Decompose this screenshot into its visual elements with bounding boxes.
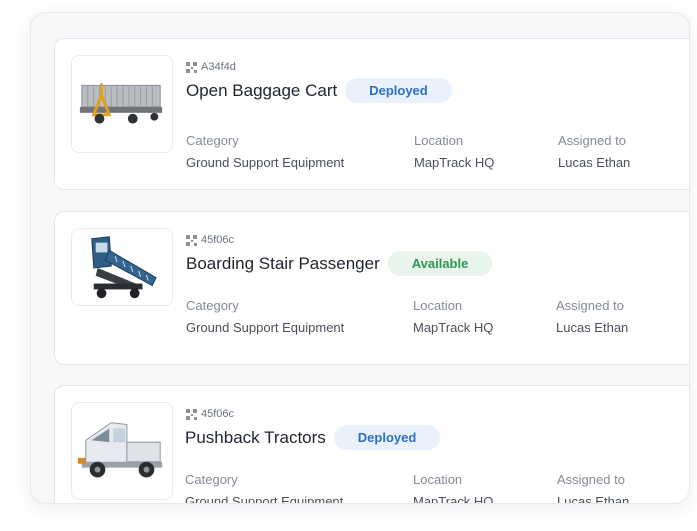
category-value: Ground Support Equipment [186,155,345,170]
category-value: Ground Support Equipment [186,320,345,335]
asset-id: A34f4d [201,61,236,73]
asset-id-row: A34f4d [186,61,236,73]
qr-code-icon [186,408,197,420]
status-badge: Deployed [333,425,441,450]
assigned-label: Assigned to [557,472,625,487]
assigned-value: Lucas Ethan [556,320,629,335]
asset-card[interactable]: 45f06c Boarding Stair Passenger Availabl… [54,211,689,365]
location-value: MapTrack HQ [413,320,494,335]
asset-card[interactable]: 45f06c Pushback Tractors Deployed Catego… [54,385,689,504]
assigned-label: Assigned to [558,133,626,148]
pushback-tractor-icon [77,422,163,478]
assigned-value: Lucas Ethan [558,155,631,170]
asset-id-row: 45f06c [186,408,234,420]
category-label: Category [186,133,239,148]
location-value: MapTrack HQ [413,494,494,504]
location-label: Location [414,133,464,148]
location-label: Location [413,472,463,487]
asset-name[interactable]: Open Baggage Cart [186,81,337,101]
boarding-stairs-icon [91,236,157,299]
status-badge: Deployed [345,78,452,103]
asset-name[interactable]: Pushback Tractors [185,428,326,448]
asset-id-row: 45f06c [186,234,234,246]
location-value: MapTrack HQ [414,155,495,170]
location-label: Location [413,298,463,313]
asset-thumbnail [71,228,173,306]
qr-code-icon [186,61,197,73]
assigned-value: Lucas Ethan [557,494,630,504]
asset-id: 45f06c [201,234,235,246]
asset-card[interactable]: A34f4d Open Baggage Cart Deployed Catego… [54,38,689,190]
asset-thumbnail [71,402,173,500]
status-badge: Available [387,251,493,276]
qr-code-icon [186,234,197,246]
category-value: Ground Support Equipment [185,494,344,504]
baggage-cart-icon [79,83,163,124]
category-label: Category [185,472,238,487]
assigned-label: Assigned to [556,298,624,313]
asset-name[interactable]: Boarding Stair Passenger [186,254,380,274]
asset-list-panel: A34f4d Open Baggage Cart Deployed Catego… [30,12,690,504]
category-label: Category [186,298,239,313]
asset-id: 45f06c [201,408,235,420]
asset-thumbnail [71,55,173,153]
